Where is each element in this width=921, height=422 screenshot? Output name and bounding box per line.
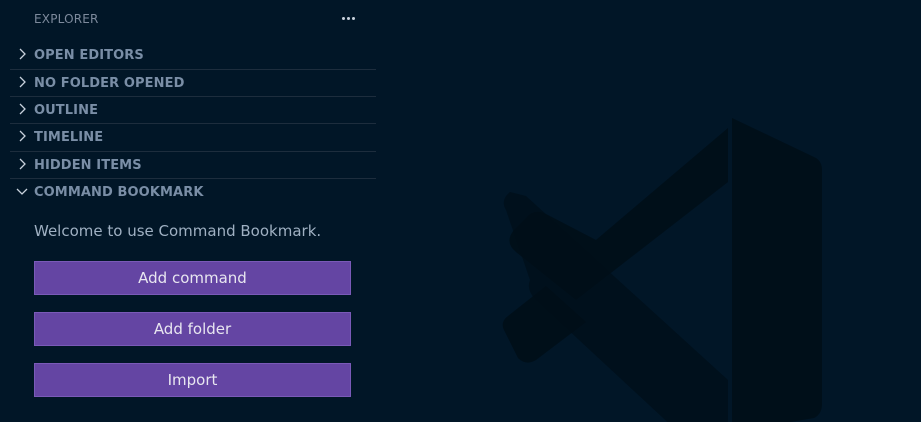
section-label: OPEN EDITORS bbox=[34, 48, 144, 63]
ellipsis-dot bbox=[341, 16, 345, 20]
chevron-right-icon bbox=[19, 130, 26, 142]
section-no-folder-opened[interactable]: NO FOLDER OPENED bbox=[10, 69, 376, 95]
section-open-editors[interactable]: OPEN EDITORS bbox=[10, 42, 376, 68]
chevron-right-icon bbox=[19, 103, 26, 115]
section-label: TIMELINE bbox=[34, 130, 104, 145]
explorer-header: EXPLORER bbox=[0, 0, 376, 38]
chevron-down-icon bbox=[16, 188, 28, 195]
section-label: COMMAND BOOKMARK bbox=[34, 185, 204, 200]
section-outline[interactable]: OUTLINE bbox=[10, 96, 376, 122]
section-hidden-items[interactable]: HIDDEN ITEMS bbox=[10, 151, 376, 177]
editor-area bbox=[376, 0, 921, 422]
ellipsis-dot bbox=[346, 16, 350, 20]
vscode-logo-watermark-icon bbox=[502, 118, 822, 422]
section-label: OUTLINE bbox=[34, 103, 99, 118]
chevron-right-icon bbox=[19, 158, 26, 170]
explorer-sidebar: EXPLORER OPEN EDITORS NO FOLDER OPENED O… bbox=[0, 0, 376, 422]
chevron-right-icon bbox=[19, 48, 26, 60]
section-label: NO FOLDER OPENED bbox=[34, 76, 185, 91]
section-command-bookmark[interactable]: COMMAND BOOKMARK bbox=[10, 178, 376, 204]
add-folder-button[interactable]: Add folder bbox=[34, 312, 351, 346]
ellipsis-dot bbox=[351, 16, 355, 20]
welcome-message: Welcome to use Command Bookmark. bbox=[34, 222, 322, 240]
section-label: HIDDEN ITEMS bbox=[34, 158, 142, 173]
import-button[interactable]: Import bbox=[34, 363, 351, 397]
add-command-button[interactable]: Add command bbox=[34, 261, 351, 295]
section-timeline[interactable]: TIMELINE bbox=[10, 123, 376, 149]
vscode-window: EXPLORER OPEN EDITORS NO FOLDER OPENED O… bbox=[0, 0, 921, 422]
explorer-title: EXPLORER bbox=[34, 12, 99, 26]
ellipsis-icon[interactable] bbox=[336, 7, 360, 29]
chevron-right-icon bbox=[19, 76, 26, 88]
